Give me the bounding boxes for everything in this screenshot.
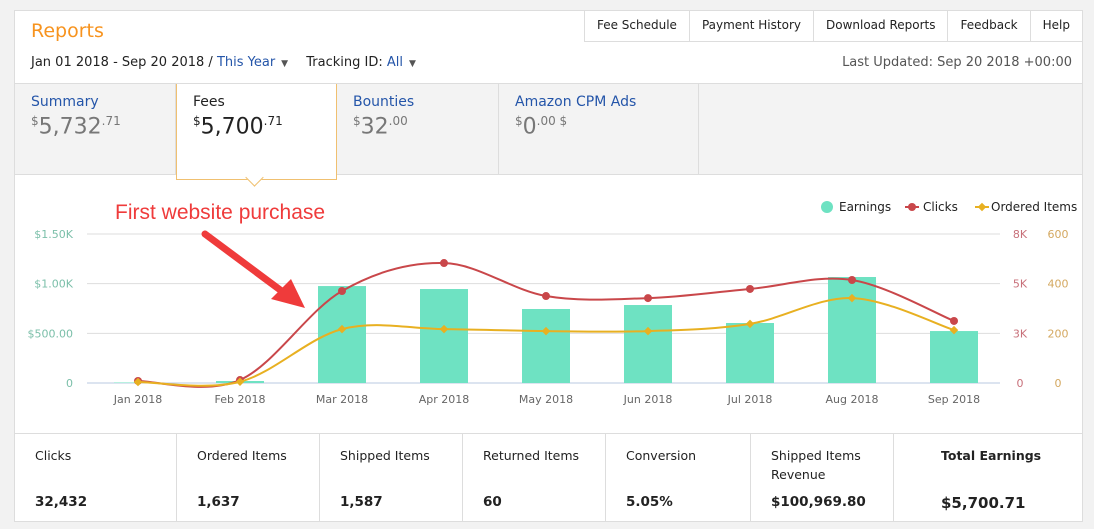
x-axis-tick: Sep 2018: [928, 393, 980, 406]
reports-panel: Reports Fee Schedule Payment History Dow…: [14, 10, 1083, 522]
legend-earnings-icon: [821, 201, 833, 213]
stats-bar: Clicks 32,432 Ordered Items 1,637 Shipped …: [15, 433, 1082, 522]
right-axis-tick-items: 0: [1055, 377, 1062, 390]
clicks-point: [848, 276, 856, 285]
stat-conversion: Conversion 5.05%: [606, 434, 751, 522]
clicks-point: [950, 316, 958, 325]
stat-ordered-items: Ordered Items 1,637: [177, 434, 320, 522]
x-axis-tick: Jun 2018: [623, 393, 673, 406]
reports-page: Reports Fee Schedule Payment History Dow…: [0, 0, 1094, 529]
earnings-bar: [522, 308, 570, 383]
x-axis-tick: May 2018: [519, 393, 573, 406]
right-axis-tick-clicks: 5K: [1013, 278, 1028, 291]
clicks-point: [542, 292, 550, 301]
stat-returned-items: Returned Items 60: [463, 434, 606, 522]
earnings-bar: [930, 331, 978, 383]
earnings-bar: [828, 277, 876, 383]
right-axis-tick-items: 200: [1048, 327, 1069, 340]
clicks-point: [644, 294, 652, 303]
clicks-point: [338, 286, 346, 295]
stat-shipped-revenue: Shipped Items Revenue $100,969.80: [751, 434, 894, 522]
stat-clicks: Clicks 32,432: [15, 434, 177, 522]
stat-shipped-items: Shipped Items 1,587: [320, 434, 463, 522]
left-axis-tick: $500.00: [28, 327, 74, 340]
right-axis-tick-clicks: 3K: [1013, 327, 1028, 340]
legend-earnings: Earnings: [839, 200, 891, 214]
earnings-bar: [726, 323, 774, 383]
annotation-arrow: [201, 230, 291, 299]
legend-clicks-icon: [908, 203, 916, 211]
left-axis-tick: $1.50K: [34, 228, 73, 241]
legend-ordered-items-icon: [977, 202, 987, 212]
x-axis-tick: Jul 2018: [727, 393, 773, 406]
x-axis-tick: Aug 2018: [826, 393, 879, 406]
left-axis-tick: $1.00K: [34, 278, 73, 291]
earnings-bar: [624, 305, 672, 383]
x-axis-tick: Mar 2018: [316, 393, 368, 406]
legend-ordered-items: Ordered Items: [991, 200, 1077, 214]
right-axis-tick-clicks: 0: [1017, 377, 1024, 390]
clicks-point: [746, 284, 754, 293]
stat-total-earnings: Total Earnings $5,700.71: [941, 448, 1042, 512]
right-axis-tick-items: 400: [1048, 278, 1069, 291]
x-axis-tick: Feb 2018: [215, 393, 266, 406]
annotation-text: First website purchase: [115, 201, 326, 224]
clicks-point: [440, 259, 448, 268]
legend-clicks: Clicks: [923, 200, 958, 214]
right-axis-tick-items: 600: [1048, 228, 1069, 241]
x-axis-tick: Jan 2018: [113, 393, 162, 406]
right-axis-tick-clicks: 8K: [1013, 228, 1028, 241]
left-axis-tick: 0: [66, 377, 73, 390]
earnings-bar: [420, 289, 468, 383]
x-axis-tick: Apr 2018: [419, 393, 470, 406]
